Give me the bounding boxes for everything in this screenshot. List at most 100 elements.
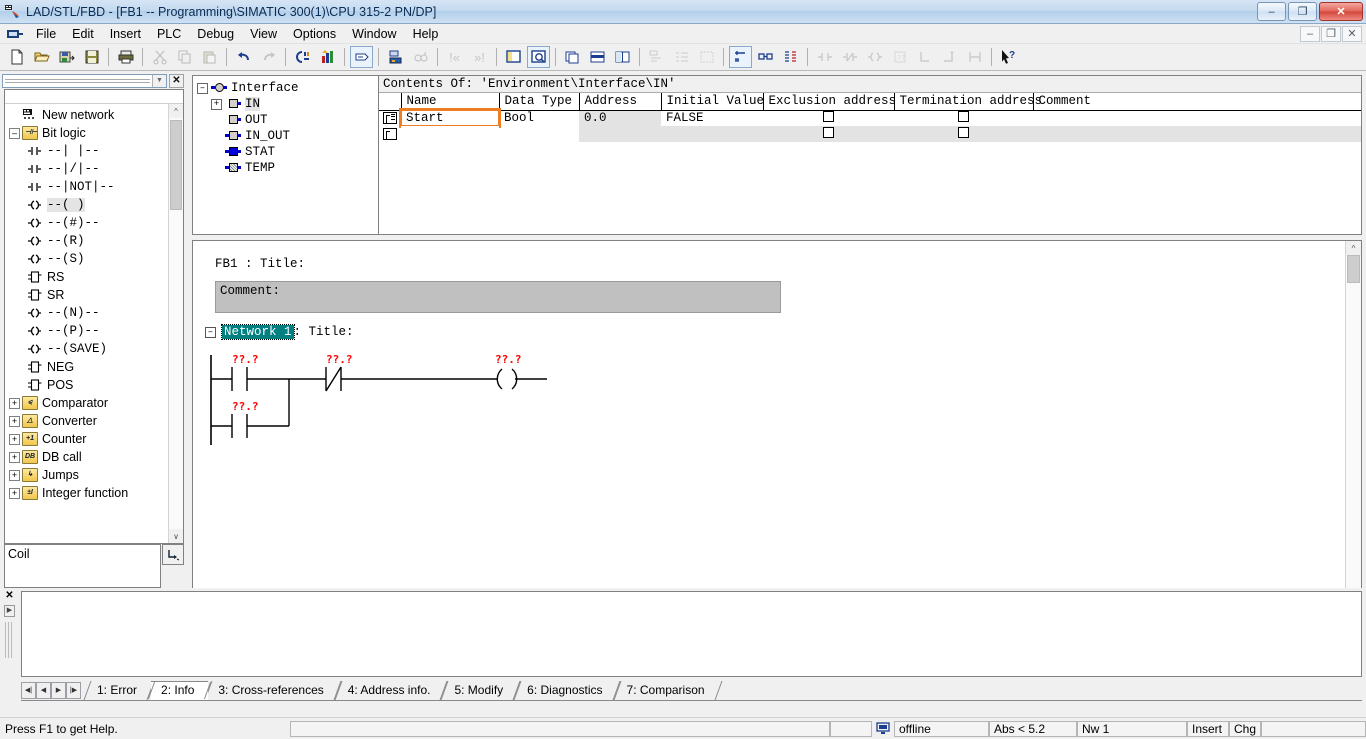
col-exclusion-address[interactable]: Exclusion address bbox=[763, 93, 894, 110]
network-label[interactable]: Network 1 bbox=[222, 325, 294, 339]
copy-icon[interactable] bbox=[173, 46, 196, 68]
contact-no-2[interactable] bbox=[232, 414, 289, 438]
tree-item-bit-logic[interactable]: – ⊣⊢ Bit logic bbox=[5, 124, 168, 142]
output-tab-modify[interactable]: 5: Modify bbox=[444, 681, 517, 700]
parallel-branch-icon[interactable] bbox=[963, 46, 986, 68]
col-rowmark[interactable] bbox=[379, 93, 401, 110]
document-window-icon[interactable] bbox=[6, 27, 24, 41]
tree-expand-icon[interactable]: + bbox=[9, 470, 20, 481]
cell-name[interactable]: Start bbox=[401, 110, 499, 126]
tree-expand-icon[interactable]: + bbox=[9, 434, 20, 445]
overviews-icon[interactable] bbox=[502, 46, 525, 68]
stl-view-icon[interactable] bbox=[754, 46, 777, 68]
new-network-icon[interactable] bbox=[645, 46, 668, 68]
tree-expand-icon[interactable]: + bbox=[211, 99, 222, 110]
tree-item-reset-coil[interactable]: --(R) bbox=[5, 232, 168, 250]
editor-scrollbar[interactable]: ^ ∨ bbox=[1345, 241, 1361, 621]
tree-expand-icon[interactable]: + bbox=[9, 488, 20, 499]
open-branch-icon[interactable] bbox=[913, 46, 936, 68]
cell-initial-value[interactable]: FALSE bbox=[661, 110, 763, 126]
output-tab-address-info[interactable]: 4: Address info. bbox=[338, 681, 445, 700]
menu-edit[interactable]: Edit bbox=[64, 25, 102, 43]
table-row[interactable]: Start Bool 0.0 FALSE bbox=[379, 110, 1361, 126]
mdi-minimize-button[interactable]: – bbox=[1300, 26, 1320, 42]
program-elements-icon[interactable] bbox=[561, 46, 584, 68]
tree-expand-icon[interactable]: + bbox=[9, 398, 20, 409]
display-with-icon[interactable] bbox=[586, 46, 609, 68]
empty-box-icon[interactable]: ?? bbox=[888, 46, 911, 68]
first-tab-button[interactable]: ◀| bbox=[21, 682, 36, 699]
output-content[interactable] bbox=[21, 591, 1362, 677]
interface-node-stat[interactable]: STAT bbox=[197, 144, 378, 160]
menu-plc[interactable]: PLC bbox=[149, 25, 189, 43]
new-icon[interactable] bbox=[5, 46, 28, 68]
menu-view[interactable]: View bbox=[242, 25, 285, 43]
cell-termination-address[interactable] bbox=[894, 126, 1033, 142]
tree-item-set-coil[interactable]: --(S) bbox=[5, 250, 168, 268]
close-icon[interactable]: ✕ bbox=[169, 74, 184, 88]
cell-comment[interactable] bbox=[1033, 126, 1361, 142]
normally-closed-contact-icon[interactable] bbox=[838, 46, 861, 68]
col-name[interactable]: Name bbox=[401, 93, 499, 110]
symbolic-representation-icon[interactable] bbox=[409, 46, 432, 68]
menu-window[interactable]: Window bbox=[344, 25, 404, 43]
scroll-up-icon[interactable]: ^ bbox=[1346, 241, 1361, 255]
save-as-icon[interactable] bbox=[55, 46, 78, 68]
cell-comment[interactable] bbox=[1033, 110, 1361, 126]
tree-collapse-icon[interactable]: – bbox=[197, 83, 208, 94]
next-tab-button[interactable]: ▶ bbox=[51, 682, 66, 699]
collapse-icon[interactable]: ▶ bbox=[4, 605, 15, 617]
interface-node-temp[interactable]: TEMP bbox=[197, 160, 378, 176]
catalog-filter-combo[interactable]: ▼ bbox=[2, 74, 167, 88]
open-icon[interactable] bbox=[30, 46, 53, 68]
output-tab-error[interactable]: 1: Error bbox=[87, 681, 151, 700]
interface-node-out[interactable]: OUT bbox=[197, 112, 378, 128]
error-first-icon[interactable]: !« bbox=[443, 46, 466, 68]
cell-exclusion-address[interactable] bbox=[763, 110, 894, 126]
col-termination-address[interactable]: Termination address bbox=[894, 93, 1033, 110]
mdi-close-button[interactable]: ✕ bbox=[1342, 26, 1362, 42]
last-tab-button[interactable]: |▶ bbox=[66, 682, 81, 699]
operand-label[interactable]: ??.? bbox=[232, 353, 259, 366]
network-list-icon[interactable] bbox=[670, 46, 693, 68]
mdi-restore-button[interactable]: ❐ bbox=[1321, 26, 1341, 42]
menu-options[interactable]: Options bbox=[285, 25, 344, 43]
tree-item-converter[interactable]: + △ Converter bbox=[5, 412, 168, 430]
close-branch-icon[interactable] bbox=[938, 46, 961, 68]
network-title[interactable]: : Title: bbox=[294, 325, 354, 339]
tree-collapse-icon[interactable]: – bbox=[9, 128, 20, 139]
tree-item-p-coil[interactable]: --(P)-- bbox=[5, 322, 168, 340]
tree-item-db-call[interactable]: + DB DB call bbox=[5, 448, 168, 466]
tree-item-rs[interactable]: RS bbox=[5, 268, 168, 286]
tree-expand-icon[interactable]: + bbox=[9, 416, 20, 427]
lad-view-icon[interactable] bbox=[729, 46, 752, 68]
prev-tab-button[interactable]: ◀ bbox=[36, 682, 51, 699]
output-tab-info[interactable]: 2: Info bbox=[151, 681, 208, 700]
tree-item-pos[interactable]: POS bbox=[5, 376, 168, 394]
operand-label[interactable]: ??.? bbox=[232, 400, 259, 413]
checkbox[interactable] bbox=[958, 111, 969, 122]
col-initial-value[interactable]: Initial Value bbox=[661, 93, 763, 110]
scroll-down-icon[interactable]: ∨ bbox=[169, 529, 183, 543]
ladder-editor[interactable]: FB1 : Title: Comment: – Network 1 : Titl… bbox=[192, 240, 1362, 622]
close-icon[interactable]: ✕ bbox=[3, 590, 16, 603]
context-help-icon[interactable]: ? bbox=[997, 46, 1020, 68]
table-row[interactable] bbox=[379, 126, 1361, 142]
undo-icon[interactable] bbox=[232, 46, 255, 68]
tree-item-midline-coil[interactable]: --(#)-- bbox=[5, 214, 168, 232]
download-icon[interactable] bbox=[291, 46, 314, 68]
interface-node-in[interactable]: + IN bbox=[197, 96, 378, 112]
scroll-thumb[interactable] bbox=[1347, 255, 1360, 283]
scroll-track[interactable] bbox=[169, 118, 183, 529]
output-coil-1[interactable] bbox=[497, 369, 547, 389]
cell-data-type[interactable]: Bool bbox=[499, 110, 579, 126]
symbol-table-icon[interactable] bbox=[384, 46, 407, 68]
ladder-network-1[interactable]: ??.? ??.? ??. bbox=[199, 349, 619, 459]
contact-nc-1[interactable] bbox=[326, 367, 497, 391]
cell-termination-address[interactable] bbox=[894, 110, 1033, 126]
menu-help[interactable]: Help bbox=[405, 25, 447, 43]
tree-item-neg[interactable]: NEG bbox=[5, 358, 168, 376]
jump-to-icon[interactable] bbox=[162, 544, 184, 565]
col-data-type[interactable]: Data Type bbox=[499, 93, 579, 110]
tree-item-integer-function[interactable]: + ±I Integer function bbox=[5, 484, 168, 502]
